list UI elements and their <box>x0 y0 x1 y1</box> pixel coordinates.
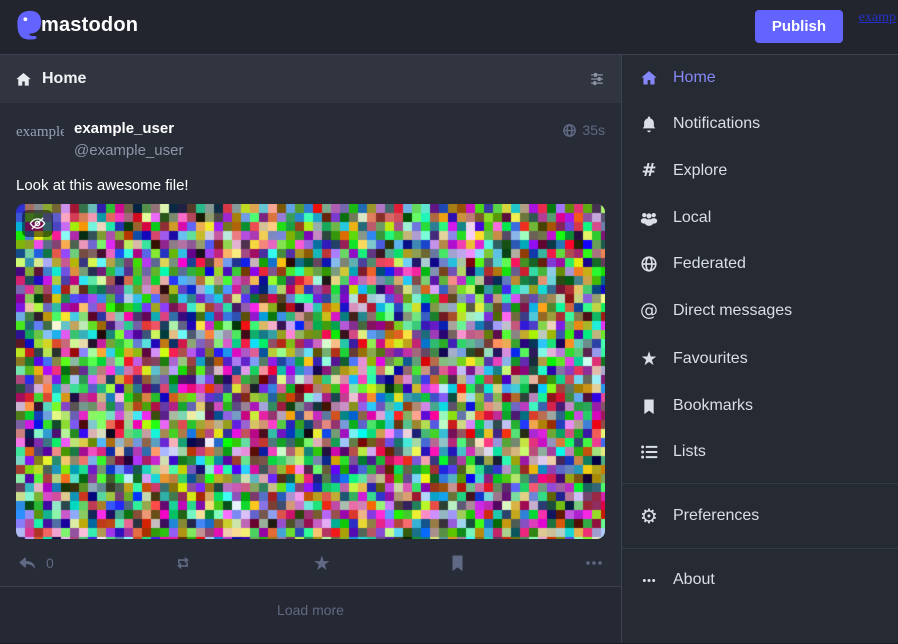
reply-count: 0 <box>46 555 54 571</box>
hide-media-button[interactable] <box>22 210 53 237</box>
display-name[interactable]: example_user <box>74 120 183 137</box>
ellipsis-icon <box>638 578 660 583</box>
media-attachment[interactable] <box>16 204 605 539</box>
sidebar-item-label: Favourites <box>673 350 748 368</box>
home-icon <box>15 71 32 88</box>
boost-icon <box>173 553 193 573</box>
account-handle: @example_user <box>74 142 183 159</box>
sidebar-item-label: Preferences <box>673 507 759 525</box>
sidebar-item-favourites[interactable]: ★ Favourites <box>622 335 898 383</box>
sidebar-item-label: Lists <box>673 443 706 461</box>
bookmark-button[interactable] <box>450 554 465 572</box>
load-more-button[interactable]: Load more <box>0 586 621 643</box>
sidebar-item-notifications[interactable]: Notifications <box>622 101 898 147</box>
reply-button[interactable]: 0 <box>18 554 54 573</box>
sidebar-item-federated[interactable]: Federated <box>622 241 898 287</box>
globe-icon <box>638 255 660 273</box>
sidebar-item-direct-messages[interactable]: @ Direct messages <box>622 287 898 335</box>
gear-icon: ⚙ <box>638 506 660 526</box>
bookmark-icon <box>450 554 465 572</box>
users-icon <box>638 209 660 227</box>
brand-wordmark: mastodon <box>41 14 138 37</box>
list-icon <box>638 444 660 460</box>
sidebar-item-label: Federated <box>673 255 746 273</box>
sidebar-item-label: Local <box>673 209 711 227</box>
corner-user-link[interactable]: examp <box>859 10 896 26</box>
sidebar-item-preferences[interactable]: ⚙ Preferences <box>622 492 898 540</box>
sidebar-item-label: Home <box>673 69 716 87</box>
sidebar-divider <box>622 548 898 549</box>
visibility-globe-icon <box>562 123 577 138</box>
star-icon: ★ <box>313 553 331 573</box>
sidebar-item-label: Explore <box>673 162 727 180</box>
reply-icon <box>18 554 37 573</box>
status-content: Look at this awesome file! <box>16 177 605 194</box>
home-icon <box>638 69 660 87</box>
column-settings-sliders-icon[interactable] <box>588 70 606 88</box>
avatar[interactable]: example <box>16 117 64 163</box>
sidebar-item-about[interactable]: About <box>622 557 898 603</box>
status-action-bar: 0 ★ <box>0 539 621 586</box>
navigation-panel: Home Notifications # Explore Local Federated @… <box>621 55 898 643</box>
column-title: Home <box>42 70 86 88</box>
sidebar-item-explore[interactable]: # Explore <box>622 147 898 195</box>
sidebar-item-label: Direct messages <box>673 302 792 320</box>
status-post: example example_user @example_user <box>0 103 621 539</box>
bookmark-icon <box>638 398 660 415</box>
sidebar-item-home[interactable]: Home <box>622 55 898 101</box>
sidebar-item-label: Notifications <box>673 115 760 133</box>
attachment-image[interactable] <box>16 204 605 539</box>
timestamp[interactable]: 35s <box>582 122 605 138</box>
publish-button[interactable]: Publish <box>755 10 843 43</box>
bell-icon <box>638 115 660 133</box>
sidebar-item-bookmarks[interactable]: Bookmarks <box>622 383 898 429</box>
home-timeline-column: Home example example_user @exa <box>0 55 621 643</box>
hashtag-icon: # <box>638 161 660 181</box>
mastodon-logo[interactable]: mastodon <box>12 6 138 44</box>
at-icon: @ <box>638 301 660 321</box>
column-header[interactable]: Home <box>0 55 621 103</box>
sidebar-item-label: About <box>673 571 715 589</box>
star-icon: ★ <box>638 349 660 369</box>
eye-slash-icon <box>29 215 46 232</box>
sidebar-item-lists[interactable]: Lists <box>622 429 898 475</box>
more-button[interactable] <box>585 560 603 566</box>
top-bar: mastodon Publish examp <box>0 0 898 55</box>
favourite-button[interactable]: ★ <box>313 553 331 573</box>
timeline: example example_user @example_user <box>0 103 621 643</box>
sidebar-item-local[interactable]: Local <box>622 195 898 241</box>
sidebar-item-label: Bookmarks <box>673 397 753 415</box>
ellipsis-icon <box>585 560 603 566</box>
boost-button[interactable] <box>173 553 193 573</box>
sidebar-divider <box>622 483 898 484</box>
